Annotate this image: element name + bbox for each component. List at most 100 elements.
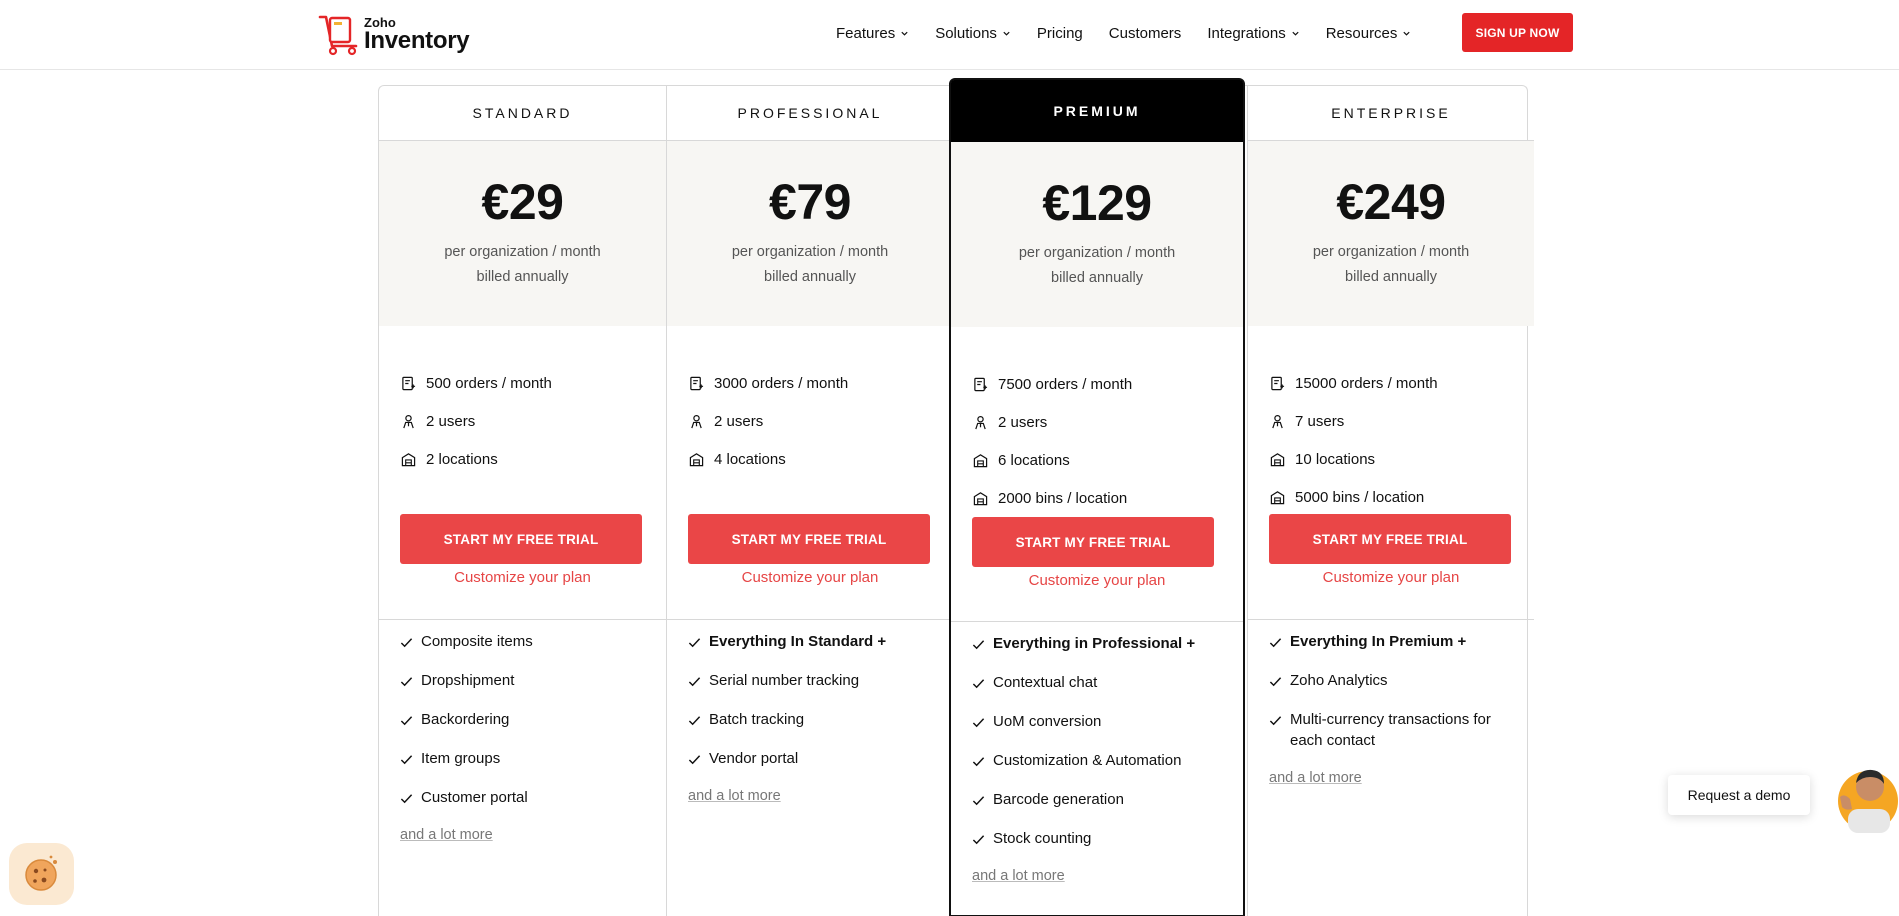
check-icon: [972, 640, 985, 650]
plan-column-premium: PREMIUM €129 per organization / month bille…: [949, 78, 1245, 916]
warehouse-icon: [973, 453, 988, 467]
price-billing: billed annually: [476, 269, 569, 285]
warehouse-icon: [973, 491, 988, 505]
plan-feature-text: Customization & Automation: [993, 752, 1182, 769]
plan-feature: Composite items: [400, 631, 650, 652]
nav-item-resources[interactable]: Resources: [1326, 25, 1412, 42]
plan-feature: Customer portal: [400, 787, 650, 808]
plan-limit-text: 2 users: [714, 412, 764, 430]
plan-features: Composite items Dropshipment Backordering I…: [400, 631, 650, 844]
price-box: €29 per organization / month billed annual…: [379, 141, 666, 326]
plan-limit-text: 10 locations: [1295, 450, 1376, 468]
check-icon: [972, 679, 985, 689]
plan-price: €249: [1336, 174, 1446, 230]
plan-feature: Everything In Standard +: [688, 631, 938, 652]
plan-limit-text: 7 users: [1295, 412, 1345, 430]
start-free-trial-button[interactable]: START MY FREE TRIAL: [688, 514, 930, 564]
check-icon: [400, 755, 413, 765]
nav-item-customers[interactable]: Customers: [1109, 25, 1182, 42]
zoho-inventory-logo[interactable]: Zoho Inventory: [316, 11, 476, 57]
price-period: per organization / month: [731, 244, 889, 260]
and-more-link[interactable]: and a lot more: [400, 827, 493, 843]
nav-item-label: Resources: [1325, 24, 1398, 42]
inventory-logo-icon: [318, 15, 358, 56]
plan-limit-text: 3000 orders / month: [714, 374, 849, 392]
plan-feature: Serial number tracking: [688, 670, 938, 691]
support-avatar[interactable]: [1834, 757, 1899, 833]
plan-column-enterprise: ENTERPRISE €249 per organization / month bi…: [1247, 86, 1534, 916]
plan-feature-text: Everything In Premium +: [1290, 633, 1467, 650]
plan-price: €129: [1042, 175, 1152, 231]
user-icon: [691, 414, 702, 428]
plan-limit-text: 2 users: [998, 413, 1048, 431]
start-free-trial-button[interactable]: START MY FREE TRIAL: [1269, 514, 1511, 564]
customize-plan-link[interactable]: Customize your plan: [667, 569, 953, 586]
price-box: €79 per organization / month billed annual…: [667, 141, 953, 326]
and-more-link[interactable]: and a lot more: [972, 868, 1065, 884]
check-icon: [1269, 677, 1282, 687]
pricing-table: STANDARD €29 per organization / month bille…: [378, 78, 1534, 916]
plan-feature: Multi-currency transactions for each con…: [1269, 709, 1519, 751]
plan-features: Everything in Professional + Contextual c…: [972, 633, 1222, 885]
check-icon: [400, 716, 413, 726]
check-icon: [688, 677, 701, 687]
sign-up-button[interactable]: SIGN UP NOW: [1462, 13, 1573, 52]
check-icon: [972, 796, 985, 806]
plan-feature-text: Vendor portal: [709, 750, 799, 767]
main-nav: Features Solutions Pricing Customers Integra…: [836, 0, 1437, 66]
price-period: per organization / month: [1018, 245, 1176, 261]
request-demo-button[interactable]: Request a demo: [1668, 775, 1810, 815]
nav-item-label: Integrations: [1207, 24, 1286, 42]
customize-plan-link[interactable]: Customize your plan: [1248, 569, 1534, 586]
plan-limit-text: 2000 bins / location: [998, 489, 1128, 507]
plan-limits: 3000 orders / month 2 users 4 locations: [667, 326, 953, 478]
check-icon: [688, 755, 701, 765]
cookie-settings-button[interactable]: [9, 843, 74, 905]
plan-feature-text: Zoho Analytics: [1290, 672, 1388, 689]
plan-feature-text: UoM conversion: [993, 713, 1102, 730]
nav-item-solutions[interactable]: Solutions: [935, 25, 1011, 42]
warehouse-icon: [689, 452, 704, 466]
plan-limits: 500 orders / month 2 users 2 locations: [379, 326, 666, 478]
plan-feature-text: Backordering: [421, 711, 510, 728]
plan-limit: 500 orders / month: [401, 364, 666, 402]
plan-feature-text: Contextual chat: [993, 674, 1098, 691]
customize-plan-link[interactable]: Customize your plan: [951, 572, 1243, 589]
warehouse-icon: [1270, 452, 1285, 466]
price-box: €129 per organization / month billed annua…: [951, 142, 1243, 327]
plan-limit-text: 5000 bins / location: [1295, 488, 1425, 506]
orders-icon: [974, 377, 988, 391]
plan-feature-text: Everything In Standard +: [709, 633, 887, 650]
plan-limit-text: 15000 orders / month: [1295, 374, 1438, 392]
plan-feature: Vendor portal: [688, 748, 938, 769]
nav-item-integrations[interactable]: Integrations: [1207, 25, 1299, 42]
plan-feature-text: Item groups: [421, 750, 501, 767]
orders-icon: [1271, 376, 1285, 390]
nav-item-features[interactable]: Features: [836, 25, 909, 42]
plan-price: €29: [481, 174, 564, 230]
nav-item-label: Features: [836, 24, 896, 42]
plan-feature: Customization & Automation: [972, 750, 1222, 771]
plan-limit-text: 6 locations: [998, 451, 1070, 469]
and-more-link[interactable]: and a lot more: [1269, 770, 1362, 786]
plan-limit: 7500 orders / month: [973, 365, 1243, 403]
plan-limit-text: 4 locations: [714, 450, 786, 468]
plan-feature-text: Everything in Professional +: [993, 635, 1196, 652]
and-more-link[interactable]: and a lot more: [688, 788, 781, 804]
plan-feature: UoM conversion: [972, 711, 1222, 732]
warehouse-icon: [1270, 490, 1285, 504]
plan-limit-text: 500 orders / month: [426, 374, 552, 392]
chevron-down-icon: [1292, 31, 1299, 36]
customize-plan-link[interactable]: Customize your plan: [379, 569, 666, 586]
divider: [379, 619, 666, 620]
plan-feature: Everything In Premium +: [1269, 631, 1519, 652]
divider: [667, 619, 953, 620]
plan-feature-text: Barcode generation: [993, 791, 1124, 808]
nav-item-pricing[interactable]: Pricing: [1037, 25, 1083, 42]
check-icon: [972, 835, 985, 845]
start-free-trial-button[interactable]: START MY FREE TRIAL: [400, 514, 642, 564]
plan-feature-text: Composite items: [421, 633, 533, 650]
start-free-trial-button[interactable]: START MY FREE TRIAL: [972, 517, 1214, 567]
user-icon: [403, 414, 414, 428]
plan-feature: Everything in Professional +: [972, 633, 1222, 654]
